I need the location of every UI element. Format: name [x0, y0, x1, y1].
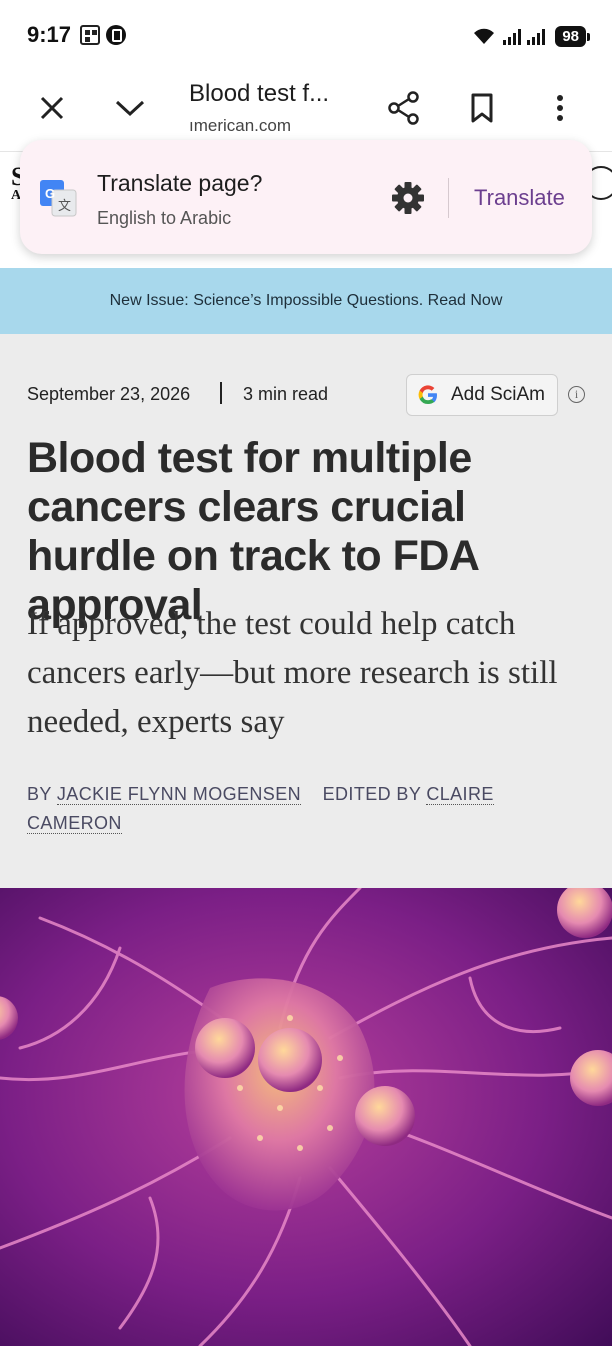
gear-icon[interactable] [388, 178, 428, 218]
read-time: 3 min read [243, 384, 329, 404]
author-link[interactable]: JACKIE FLYNN MOGENSEN [56, 784, 302, 805]
divider [448, 178, 449, 218]
more-options-button[interactable] [538, 86, 582, 130]
meta-divider [220, 382, 222, 404]
publish-date: September 23, 2026 [27, 384, 191, 404]
svg-text:G: G [45, 186, 55, 201]
sync-icon [106, 25, 126, 45]
status-bar: 9:17 98 [0, 0, 612, 70]
info-icon[interactable]: i [568, 386, 585, 403]
battery-indicator: 98 [555, 25, 590, 47]
wifi-icon [474, 28, 495, 44]
more-vert-icon [557, 95, 563, 121]
svg-text:文: 文 [58, 199, 71, 214]
expand-button[interactable] [108, 86, 152, 130]
add-sciam-button[interactable]: Add SciAm [406, 374, 558, 416]
translate-popup: G 文 Translate page? English to Arabic Tr… [20, 140, 592, 254]
translate-title: Translate page? [97, 170, 263, 196]
google-translate-icon: G 文 [40, 180, 77, 217]
status-indicators: 98 [471, 24, 590, 48]
byline-prefix: BY [27, 784, 52, 804]
close-icon [40, 96, 64, 120]
bookmark-icon [471, 93, 493, 123]
share-button[interactable] [382, 86, 426, 130]
signal-icon-2 [527, 27, 546, 45]
article-header: September 23, 2026 3 min read Add SciAm … [0, 334, 612, 888]
add-sciam-label: Add SciAm [451, 384, 545, 405]
editor-prefix: EDITED BY [322, 784, 421, 804]
share-icon [388, 91, 419, 125]
bookmark-button[interactable] [460, 86, 504, 130]
signal-icon [503, 27, 522, 45]
translate-languages: English to Arabic [97, 208, 232, 228]
banner-text[interactable]: New Issue: Science’s Impossible Question… [110, 292, 503, 310]
cancer-cell-micrograph [0, 888, 612, 1346]
byline: BY JACKIE FLYNN MOGENSEN EDITED BY CLAIR… [27, 780, 587, 838]
close-button[interactable] [30, 86, 74, 130]
hero-image [0, 888, 612, 1346]
google-icon [418, 385, 437, 405]
page-bottom [0, 1346, 612, 1350]
chevron-down-icon [115, 100, 145, 117]
qr-icon [80, 25, 100, 45]
status-time: 9:17 [27, 22, 72, 47]
new-issue-banner[interactable]: New Issue: Science’s Impossible Question… [0, 268, 612, 334]
page-url[interactable]: ımerican.com [189, 116, 291, 136]
page-title[interactable]: Blood test f... [189, 80, 329, 108]
article-dek: If approved, the test could help catch c… [27, 606, 558, 740]
translate-button[interactable]: Translate [474, 185, 565, 211]
